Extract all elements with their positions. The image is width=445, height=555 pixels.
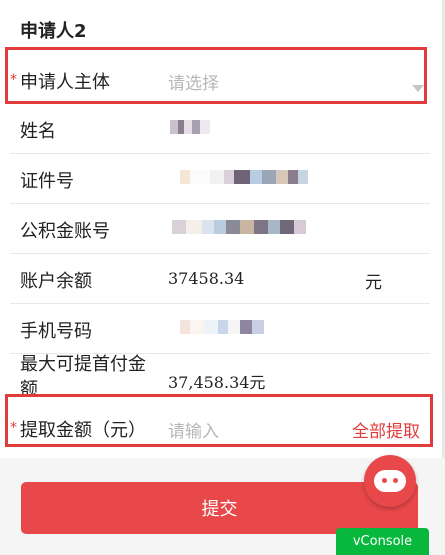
fund-account-label: 公积金账号 xyxy=(20,221,110,242)
robot-eye xyxy=(393,478,398,483)
vconsole-button[interactable]: vConsole xyxy=(336,528,429,555)
name-row: 姓名 xyxy=(10,104,430,154)
balance-row: 账户余额 37458.34 元 xyxy=(10,254,430,304)
balance-label: 账户余额 xyxy=(20,271,92,292)
assistant-robot-icon[interactable] xyxy=(364,455,416,507)
max-down-payment-row: 最大可提首付金额 37,458.34元 xyxy=(10,354,430,400)
balance-unit: 元 xyxy=(365,273,382,293)
submit-button[interactable]: 提交 xyxy=(21,482,418,534)
highlight-box-applicant-type xyxy=(5,47,427,104)
balance-value: 37458.34 xyxy=(168,269,245,288)
phone-masked-value xyxy=(180,320,264,334)
id-number-row: 证件号 xyxy=(10,154,430,204)
robot-face xyxy=(374,470,406,492)
fund-account-row: 公积金账号 xyxy=(10,204,430,254)
phone-label: 手机号码 xyxy=(20,321,92,342)
fund-account-masked-value xyxy=(172,220,306,234)
name-label: 姓名 xyxy=(20,121,56,142)
id-number-label: 证件号 xyxy=(20,171,74,192)
id-number-masked-value xyxy=(180,170,308,184)
phone-row: 手机号码 xyxy=(10,304,430,354)
section-title: 申请人2 xyxy=(20,21,87,42)
highlight-box-withdraw-amount xyxy=(5,394,433,447)
max-down-payment-value: 37,458.34元 xyxy=(168,373,266,392)
robot-eye xyxy=(382,478,387,483)
name-masked-value xyxy=(170,120,210,134)
